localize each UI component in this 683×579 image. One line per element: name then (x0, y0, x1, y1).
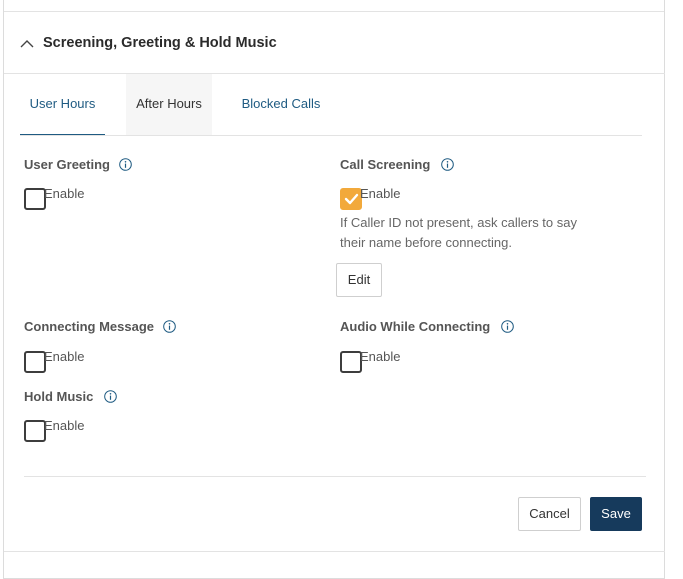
save-button[interactable]: Save (590, 497, 642, 531)
call-screening-enable-label: Enable (360, 186, 401, 201)
tab-blocked-calls[interactable]: Blocked Calls (232, 74, 330, 136)
call-screening-description: If Caller ID not present, ask callers to… (340, 215, 577, 250)
call-screening-checkbox[interactable] (340, 188, 362, 210)
footer-divider (24, 476, 646, 477)
info-icon[interactable] (119, 158, 132, 171)
tab-after-hours[interactable]: After Hours (126, 74, 212, 136)
info-icon[interactable] (163, 320, 176, 333)
info-icon[interactable] (441, 158, 454, 171)
hold-music-checkbox[interactable] (24, 420, 46, 442)
user-greeting-label: User Greeting (24, 157, 110, 172)
info-icon[interactable] (501, 320, 514, 333)
audio-while-connecting-enable-label: Enable (360, 349, 401, 364)
cancel-button[interactable]: Cancel (518, 497, 581, 531)
info-icon[interactable] (104, 390, 117, 403)
call-screening-label: Call Screening (340, 157, 431, 172)
section-title[interactable]: Screening, Greeting & Hold Music (43, 35, 277, 51)
audio-while-connecting-checkbox[interactable] (340, 351, 362, 373)
tabs-underline (20, 135, 642, 136)
user-greeting-enable-label: Enable (44, 186, 85, 201)
hold-music-label: Hold Music (24, 389, 94, 404)
top-divider (4, 11, 664, 12)
connecting-message-checkbox[interactable] (24, 351, 46, 373)
user-greeting-checkbox[interactable] (24, 188, 46, 210)
checkmark-icon (344, 193, 359, 205)
audio-while-connecting-label: Audio While Connecting (340, 319, 491, 334)
chevron-up-icon[interactable] (19, 35, 35, 51)
bottom-divider (4, 551, 665, 552)
connecting-message-enable-label: Enable (44, 349, 85, 364)
tab-user-hours[interactable]: User Hours (20, 74, 105, 136)
connecting-message-label: Connecting Message (24, 319, 155, 334)
hold-music-enable-label: Enable (44, 418, 85, 433)
edit-button[interactable]: Edit (336, 263, 382, 297)
